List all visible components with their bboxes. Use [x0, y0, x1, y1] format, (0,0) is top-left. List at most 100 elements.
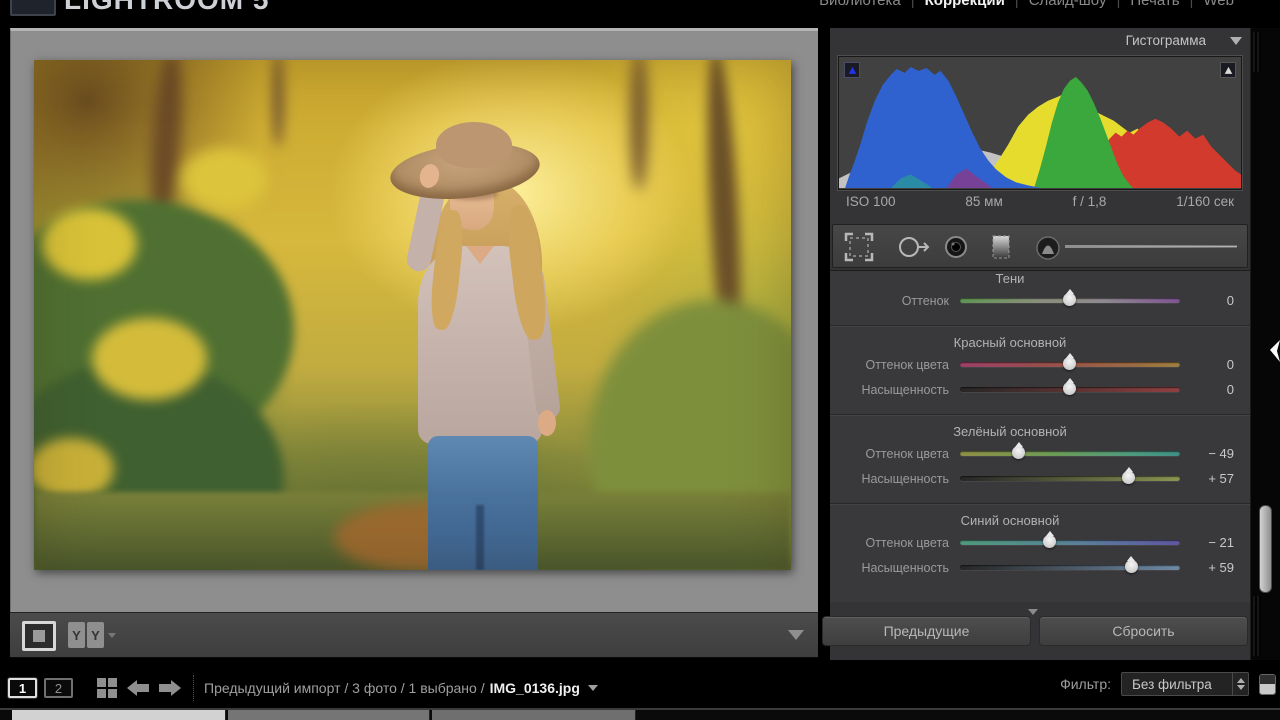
histogram-header[interactable]: Гистограмма: [1126, 33, 1242, 48]
slider-thumb[interactable]: [1063, 382, 1076, 395]
red-saturation-slider[interactable]: [960, 387, 1180, 392]
panel-edge-strip: [1250, 28, 1280, 660]
app-logo: LIGHTROOM 5: [64, 0, 269, 16]
loupe-view-button[interactable]: [22, 621, 56, 651]
mouse-cursor: [1270, 340, 1280, 362]
slider-label: Насыщенность: [830, 383, 960, 397]
green-primary-section: Зелёный основной Оттенок цвета − 49 Насы…: [830, 414, 1250, 497]
exif-focal-length: 85 мм: [965, 194, 1002, 209]
filmstrip-thumbnail-selected[interactable]: [12, 710, 226, 720]
filter-spinner-icon[interactable]: [1232, 673, 1248, 695]
slider-value: + 59: [1180, 560, 1250, 575]
slider-label: Оттенок: [830, 294, 960, 308]
before-after-dropdown-icon[interactable]: [108, 633, 116, 638]
adjustment-sliders: Тени Оттенок 0 Красный основной Оттенок …: [830, 270, 1250, 602]
module-print[interactable]: Печать: [1120, 0, 1189, 9]
exif-iso: ISO 100: [846, 194, 896, 209]
before-after-button[interactable]: Y Y: [68, 622, 104, 648]
exif-aperture: f / 1,8: [1073, 194, 1107, 209]
slider-thumb[interactable]: [1063, 293, 1076, 306]
slider-label: Оттенок цвета: [830, 447, 960, 461]
panel-grip[interactable]: [1253, 32, 1261, 72]
filter-select[interactable]: Без фильтра: [1121, 672, 1249, 696]
filter-controls: Фильтр: Без фильтра: [1060, 672, 1276, 696]
highlight-clipping-indicator[interactable]: [1220, 62, 1236, 78]
shadow-clipping-indicator[interactable]: [844, 62, 860, 78]
module-slideshow[interactable]: Слайд-шоу: [1019, 0, 1117, 9]
reset-button[interactable]: Сбросить: [1039, 616, 1248, 646]
viewer-toolbar: Y Y: [10, 612, 818, 658]
collapse-triangle-icon[interactable]: [1230, 37, 1242, 45]
breadcrumb[interactable]: Предыдущий импорт / 3 фото / 1 выбрано /…: [204, 680, 598, 696]
filmstrip-thumbnail[interactable]: [432, 710, 636, 720]
shadows-section: Тени Оттенок 0: [830, 271, 1250, 319]
slider-row: Оттенок цвета − 21: [830, 530, 1250, 555]
slider-thumb[interactable]: [1063, 357, 1076, 370]
second-window-button[interactable]: 2: [44, 678, 73, 698]
next-photo-icon[interactable]: [159, 680, 181, 696]
section-title-green-primary: Зелёный основной: [830, 423, 1250, 441]
red-primary-section: Красный основной Оттенок цвета 0 Насыщен…: [830, 325, 1250, 408]
toolbar-collapse-icon[interactable]: [788, 630, 804, 640]
section-title-blue-primary: Синий основной: [830, 512, 1250, 530]
app-logo-badge: [10, 0, 56, 16]
shadows-hue-slider[interactable]: [960, 298, 1180, 303]
slider-row: Насыщенность 0: [830, 377, 1250, 402]
photo-vignette: [34, 60, 791, 570]
tool-strip: [832, 224, 1248, 268]
slider-value: 0: [1180, 382, 1250, 397]
grid-view-icon[interactable]: [97, 678, 117, 698]
slider-row: Оттенок цвета − 49: [830, 441, 1250, 466]
blue-saturation-slider[interactable]: [960, 565, 1180, 570]
green-hue-slider[interactable]: [960, 451, 1180, 456]
slider-row: Насыщенность + 59: [830, 555, 1250, 580]
adjustment-brush-tool-icon[interactable]: [1030, 229, 1066, 265]
slider-thumb[interactable]: [1043, 535, 1056, 548]
filmstrip: [0, 708, 1280, 720]
green-saturation-slider[interactable]: [960, 476, 1180, 481]
section-title-red-primary: Красный основной: [830, 334, 1250, 352]
slider-value: + 57: [1180, 471, 1250, 486]
filmstrip-thumbnail[interactable]: [228, 710, 430, 720]
previous-button[interactable]: Предыдущие: [822, 616, 1031, 646]
main-window-button[interactable]: 1: [8, 678, 37, 698]
filter-selected-value: Без фильтра: [1122, 677, 1232, 692]
toolbar-separator: [193, 675, 194, 701]
section-title-shadows: Тени: [830, 270, 1250, 288]
crop-tool-icon[interactable]: [841, 229, 877, 265]
histogram[interactable]: [838, 56, 1242, 190]
module-web[interactable]: Web: [1193, 0, 1244, 9]
red-hue-slider[interactable]: [960, 362, 1180, 367]
blue-primary-section: Синий основной Оттенок цвета − 21 Насыще…: [830, 503, 1250, 586]
slider-thumb[interactable]: [1012, 446, 1025, 459]
filter-toggle-icon[interactable]: [1259, 674, 1276, 695]
photo-canvas[interactable]: [34, 60, 791, 570]
breadcrumb-dropdown-icon[interactable]: [588, 685, 598, 691]
after-view-icon[interactable]: Y: [87, 622, 104, 648]
highlight-clipping-icon: [1224, 66, 1233, 75]
panel-grip[interactable]: [1253, 596, 1261, 656]
previous-photo-icon[interactable]: [127, 680, 149, 696]
blue-hue-slider[interactable]: [960, 540, 1180, 545]
module-library[interactable]: Библиотека: [809, 0, 911, 9]
slider-thumb[interactable]: [1125, 560, 1138, 573]
adjustment-brush-handle[interactable]: [1065, 245, 1237, 248]
slider-row: Оттенок цвета 0: [830, 352, 1250, 377]
slider-label: Насыщенность: [830, 472, 960, 486]
panel-scrollbar[interactable]: [1259, 505, 1272, 593]
scroll-down-icon: [1028, 609, 1038, 615]
before-view-icon[interactable]: Y: [68, 622, 85, 648]
panel-action-buttons: Предыдущие Сбросить: [822, 616, 1248, 646]
filter-label: Фильтр:: [1060, 676, 1111, 692]
lightroom-window: LIGHTROOM 5 Библиотека | Коррекции | Сла…: [0, 0, 1280, 720]
graduated-filter-tool-icon[interactable]: [983, 229, 1019, 265]
slider-label: Насыщенность: [830, 561, 960, 575]
module-develop[interactable]: Коррекции: [915, 0, 1015, 9]
slider-thumb[interactable]: [1122, 471, 1135, 484]
slider-row: Оттенок 0: [830, 288, 1250, 313]
slider-value: 0: [1180, 293, 1250, 308]
spot-removal-tool-icon[interactable]: [895, 229, 931, 265]
slider-value: − 49: [1180, 446, 1250, 461]
red-eye-tool-icon[interactable]: [938, 229, 974, 265]
develop-right-panel: Гистограмма ISO 100 85 мм f / 1,8 1/160 …: [830, 28, 1250, 660]
